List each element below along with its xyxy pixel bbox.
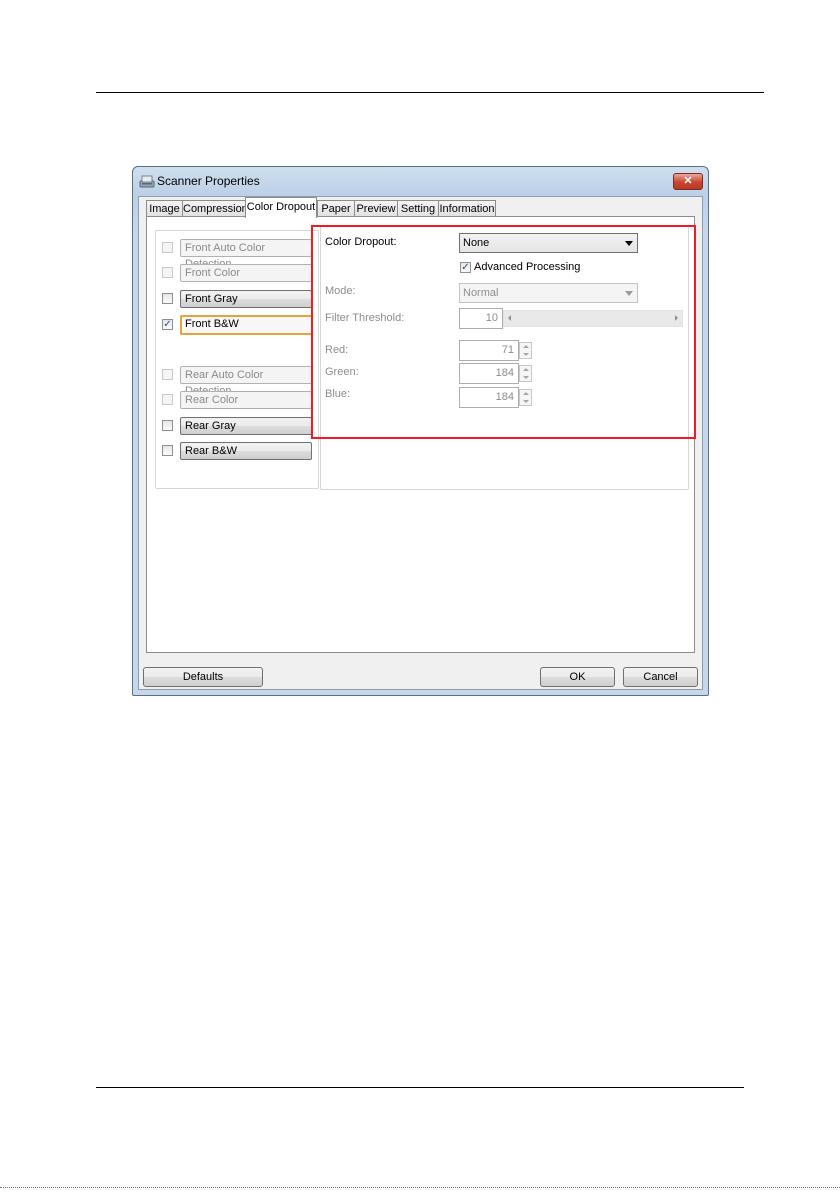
tab-label: Preview (356, 203, 396, 215)
front-gray-button[interactable]: Front Gray (180, 290, 312, 308)
rear-gray-button[interactable]: Rear Gray (180, 417, 312, 435)
tab-information[interactable]: Information (438, 200, 496, 217)
ok-button[interactable]: OK (540, 667, 615, 687)
tab-image[interactable]: Image (146, 200, 183, 217)
rear-color-button[interactable]: Rear Color (180, 391, 312, 409)
tab-label: Image (149, 203, 180, 215)
rear-auto-color-checkbox[interactable] (162, 369, 173, 380)
image-selection-group: Front Auto Color Detection Front Color F… (155, 230, 319, 489)
cancel-button[interactable]: Cancel (623, 667, 698, 687)
tab-compression[interactable]: Compression (182, 200, 248, 217)
rear-bw-checkbox[interactable] (162, 445, 173, 456)
front-auto-color-checkbox[interactable] (162, 242, 173, 253)
close-button[interactable]: ✕ (673, 173, 703, 190)
front-bw-button[interactable]: Front B&W (180, 315, 313, 335)
close-icon: ✕ (683, 175, 693, 187)
page-header-rule (96, 92, 764, 93)
tab-preview[interactable]: Preview (354, 200, 398, 217)
window-title: Scanner Properties (157, 174, 260, 188)
tab-color-dropout[interactable]: Color Dropout (245, 197, 317, 218)
front-color-checkbox[interactable] (162, 267, 173, 278)
rear-auto-color-button[interactable]: Rear Auto Color Detection (180, 366, 312, 397)
tab-paper[interactable]: Paper (317, 200, 355, 217)
tab-setting[interactable]: Setting (397, 200, 439, 217)
front-color-button[interactable]: Front Color (180, 264, 312, 282)
rear-gray-checkbox[interactable] (162, 420, 173, 431)
rear-color-checkbox[interactable] (162, 394, 173, 405)
tab-label: Information (439, 203, 495, 215)
tab-label: Compression (183, 203, 248, 215)
tab-label: Setting (400, 203, 436, 215)
highlight-box (311, 225, 696, 439)
front-auto-color-button[interactable]: Front Auto Color Detection (180, 239, 312, 270)
front-bw-checkbox[interactable]: ✓ (162, 319, 173, 330)
check-icon: ✓ (163, 319, 172, 330)
page-footer-rule (96, 1087, 744, 1088)
tab-label: Paper (321, 203, 351, 215)
scanner-icon (139, 175, 155, 188)
rear-bw-button[interactable]: Rear B&W (180, 442, 312, 460)
title-bar: Scanner Properties ✕ (133, 167, 708, 195)
front-gray-checkbox[interactable] (162, 293, 173, 304)
tab-label: Color Dropout (246, 201, 316, 213)
defaults-button[interactable]: Defaults (143, 667, 263, 687)
page-edge-dots (0, 1187, 840, 1188)
